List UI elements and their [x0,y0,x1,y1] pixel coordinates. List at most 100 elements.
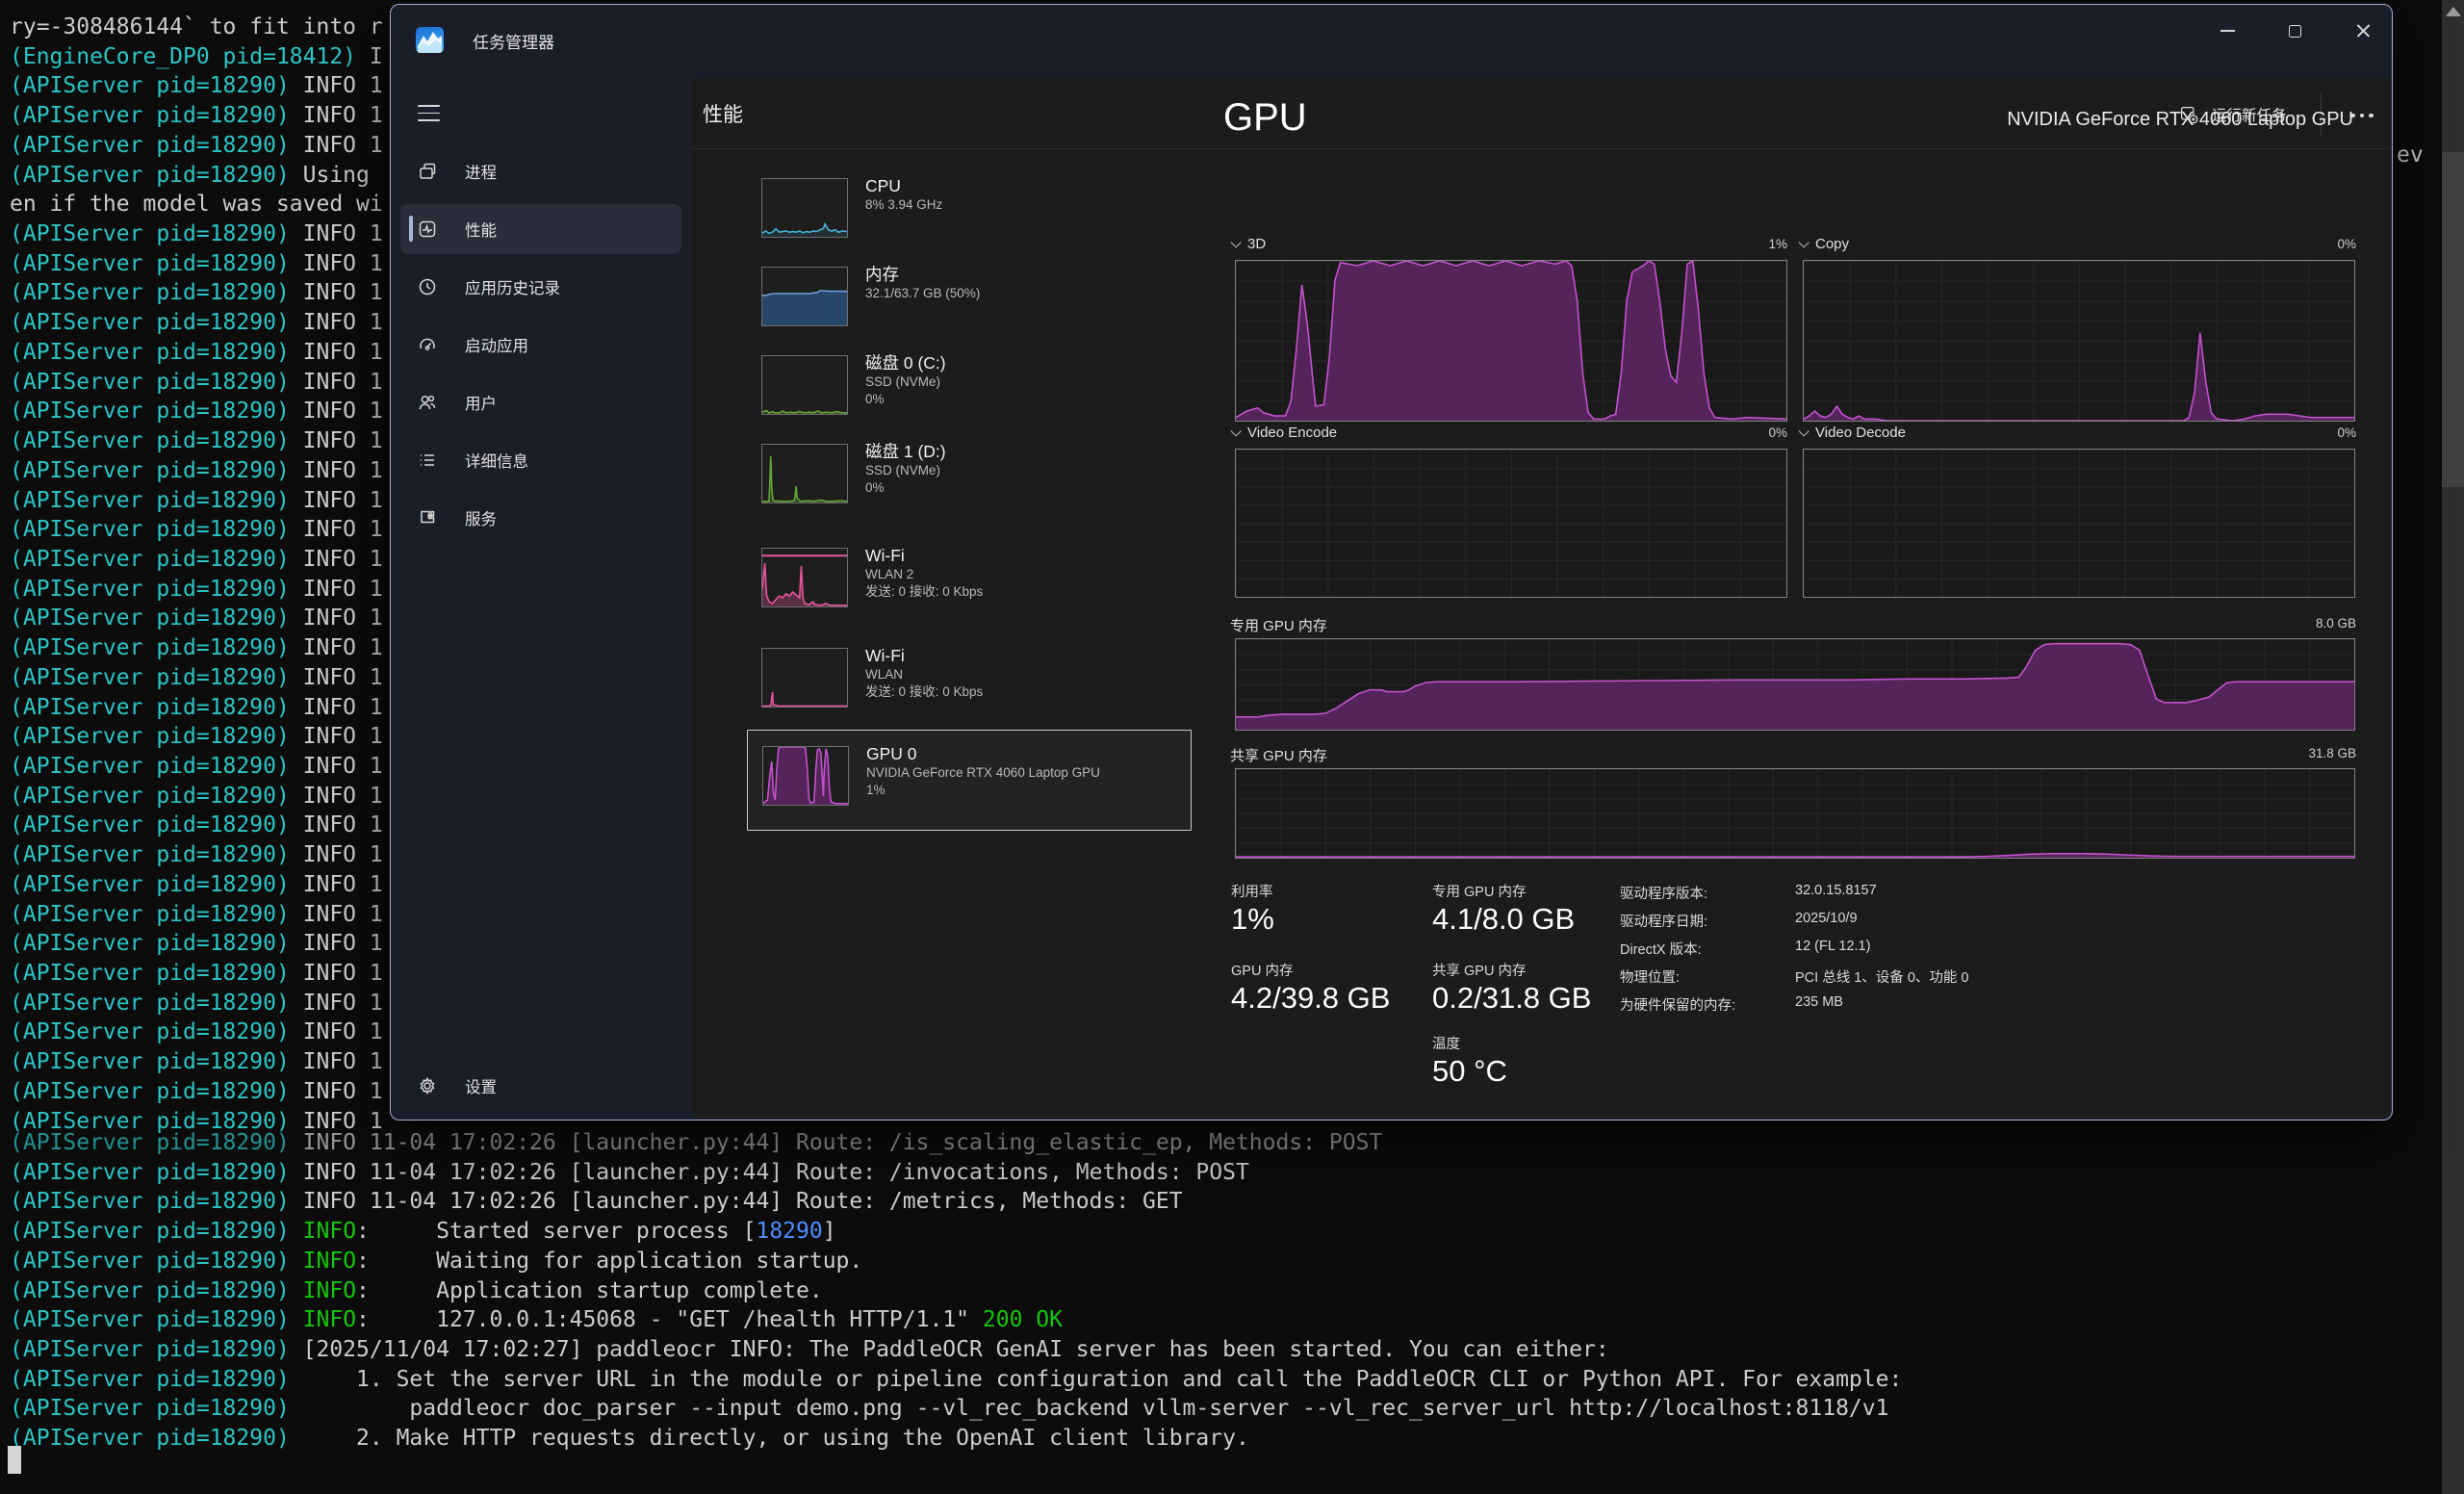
terminal-line: (APIServer pid=18290) INFO 11-04 17:02:2… [10,1128,1382,1158]
terminal-line: (APIServer pid=18290) Using [10,161,383,191]
perf-item-title: Wi-Fi [865,645,983,666]
terminal-line: (APIServer pid=18290) INFO 1 [10,131,383,161]
page-title: 性能 [703,99,743,128]
gpu-section-value-video-encode: 0% [1672,425,1787,440]
gpu-chart-shared-memory [1235,768,2355,859]
terminal-line: (APIServer pid=18290) INFO 1 [10,486,383,516]
terminal-line: (APIServer pid=18290) INFO 1 [10,989,383,1018]
terminal-line: (APIServer pid=18290) INFO 1 [10,1017,383,1047]
scrollbar-up-arrow-icon[interactable] [2446,7,2461,16]
gpu-chart-3d [1235,260,1787,422]
gpu-section-value-dedicated-memory: 8.0 GB [2221,616,2356,631]
sidebar-item-settings[interactable]: 设置 [400,1061,681,1111]
maximize-button[interactable] [2280,16,2309,45]
chevron-down-icon [1230,237,1241,247]
scrollbar-thumb[interactable] [2442,152,2464,487]
gpu-chart-copy [1803,260,2355,422]
perf-item-title: 磁盘 0 (C:) [865,352,946,374]
terminal-line: (APIServer pid=18290) INFO 1 [10,338,383,368]
chevron-down-icon [1230,425,1241,436]
gpu-section-label-dedicated-memory: 专用 GPU 内存 [1230,615,1327,635]
gpu-pane-title: GPU [1223,96,1307,140]
terminal-line: (APIServer pid=18290) paddleocr doc_pars… [10,1394,1888,1424]
window-title: 任务管理器 [473,29,554,53]
terminal-line: (APIServer pid=18290) INFO 1 [10,663,383,693]
gpu-stat-value-temperature: 50 °C [1432,1054,1507,1089]
gpu-info-value: 32.0.15.8157 [1795,883,1877,898]
navigation-menu-button[interactable] [418,105,440,121]
sidebar-item-app-history[interactable]: 应用历史记录 [400,262,681,312]
perf-item-subtext: 0% [865,479,946,497]
gpu-info-label: DirectX 版本: [1620,939,1702,959]
terminal-line: (APIServer pid=18290) INFO 1 [10,368,383,398]
perf-item-subtext: 32.1/63.7 GB (50%) [865,285,980,302]
processes-icon [418,162,437,181]
terminal-line: (APIServer pid=18290) INFO 1 [10,249,383,279]
perf-item-text: CPU8% 3.94 GHz [865,175,942,214]
settings-gear-icon [418,1076,437,1095]
terminal-line: (APIServer pid=18290) INFO 1 [10,575,383,605]
gpu-chart-video-encode [1235,449,1787,598]
gpu-stat-label-shared-memory: 共享 GPU 内存 [1432,960,1526,980]
gpu-info-value: 12 (FL 12.1) [1795,939,1870,954]
terminal-line: (APIServer pid=18290) INFO 1 [10,426,383,456]
gpu-stat-value-shared-memory: 0.2/31.8 GB [1432,981,1591,1016]
gpu-section-label-video-encode: Video Encode [1230,425,1337,441]
gpu-device-name: NVIDIA GeForce RTX 4060 Laptop GPU [2007,109,2353,131]
close-button[interactable] [2348,16,2377,45]
perf-item-subtext: 发送: 0 接收: 0 Kbps [865,583,983,601]
gpu-info-label: 驱动程序日期: [1620,911,1707,931]
minimize-button[interactable] [2213,16,2242,45]
perf-item-title: Wi-Fi [865,545,983,566]
sidebar-item-label: 启动应用 [465,333,528,356]
terminal-cursor [8,1446,21,1474]
sidebar-item-processes[interactable]: 进程 [400,146,681,196]
sidebar-item-details[interactable]: 详细信息 [400,435,681,485]
terminal-line: (APIServer pid=18290) INFO 1 [10,515,383,545]
terminal-line: (APIServer pid=18290) INFO 1 [10,929,383,959]
sidebar-item-label: 应用历史记录 [465,275,560,298]
terminal-line: (APIServer pid=18290) INFO 1 [10,1077,383,1107]
perf-item-text: Wi-FiWLAN 2发送: 0 接收: 0 Kbps [865,545,983,600]
sidebar-item-services[interactable]: 服务 [400,493,681,543]
perf-item-text: 磁盘 1 (D:)SSD (NVMe)0% [865,441,946,496]
perf-item-text: 磁盘 0 (C:)SSD (NVMe)0% [865,352,946,407]
perf-item-text: GPU 0NVIDIA GeForce RTX 4060 Laptop GPU1… [866,743,1100,798]
terminal-line: (APIServer pid=18290) INFO: Application … [10,1276,823,1306]
terminal-line: (APIServer pid=18290) INFO 1 [10,278,383,308]
gpu-info-value: 2025/10/9 [1795,911,1858,926]
cpu-sparkline-thumbnail [761,178,848,238]
memory-sparkline-thumbnail [761,267,848,326]
sidebar-item-startup-apps[interactable]: 启动应用 [400,320,681,370]
terminal-line: (APIServer pid=18290) INFO: Waiting for … [10,1247,862,1276]
gpu-stat-label-temperature: 温度 [1432,1033,1460,1053]
terminal-line: (APIServer pid=18290) INFO 1 [10,811,383,840]
terminal-line: (APIServer pid=18290) INFO 1 [10,722,383,752]
gpu0-sparkline-thumbnail [762,746,849,806]
terminal-scrollbar[interactable] [2442,0,2464,1494]
chevron-down-icon [1798,237,1809,247]
selected-accent-bar [409,216,413,242]
disk0-sparkline-thumbnail [761,355,848,415]
gpu-section-label-shared-memory: 共享 GPU 内存 [1230,745,1327,765]
terminal-line: (APIServer pid=18290) INFO 1 [10,900,383,930]
terminal-line: (APIServer pid=18290) INFO 1 [10,752,383,782]
sidebar-item-performance[interactable]: 性能 [400,204,681,254]
perf-item-text: Wi-FiWLAN发送: 0 接收: 0 Kbps [865,645,983,700]
close-icon [2356,24,2371,39]
terminal-line: en if the model was saved wi [10,190,383,219]
sidebar-item-users[interactable]: 用户 [400,377,681,427]
gpu-section-value-copy: 0% [2241,237,2356,251]
gpu-chart-dedicated-memory [1235,638,2355,731]
gpu-stat-value-utilization: 1% [1231,902,1274,937]
terminal-line: (APIServer pid=18290) INFO 1 [10,71,383,101]
gpu-section-value-video-decode: 0% [2241,425,2356,440]
gpu-section-label-3d: 3D [1230,236,1266,252]
disk1-sparkline-thumbnail [761,444,848,503]
perf-item-gpu0-selected[interactable]: GPU 0NVIDIA GeForce RTX 4060 Laptop GPU1… [747,730,1192,831]
terminal-line: (EngineCore_DP0 pid=18412) I [10,42,383,72]
perf-item-subtext: WLAN 2 [865,566,983,583]
perf-item-subtext: SSD (NVMe) [865,462,946,479]
terminal-line: (APIServer pid=18290) INFO 1 [10,308,383,338]
terminal-line: (APIServer pid=18290) INFO: Started serv… [10,1217,836,1247]
